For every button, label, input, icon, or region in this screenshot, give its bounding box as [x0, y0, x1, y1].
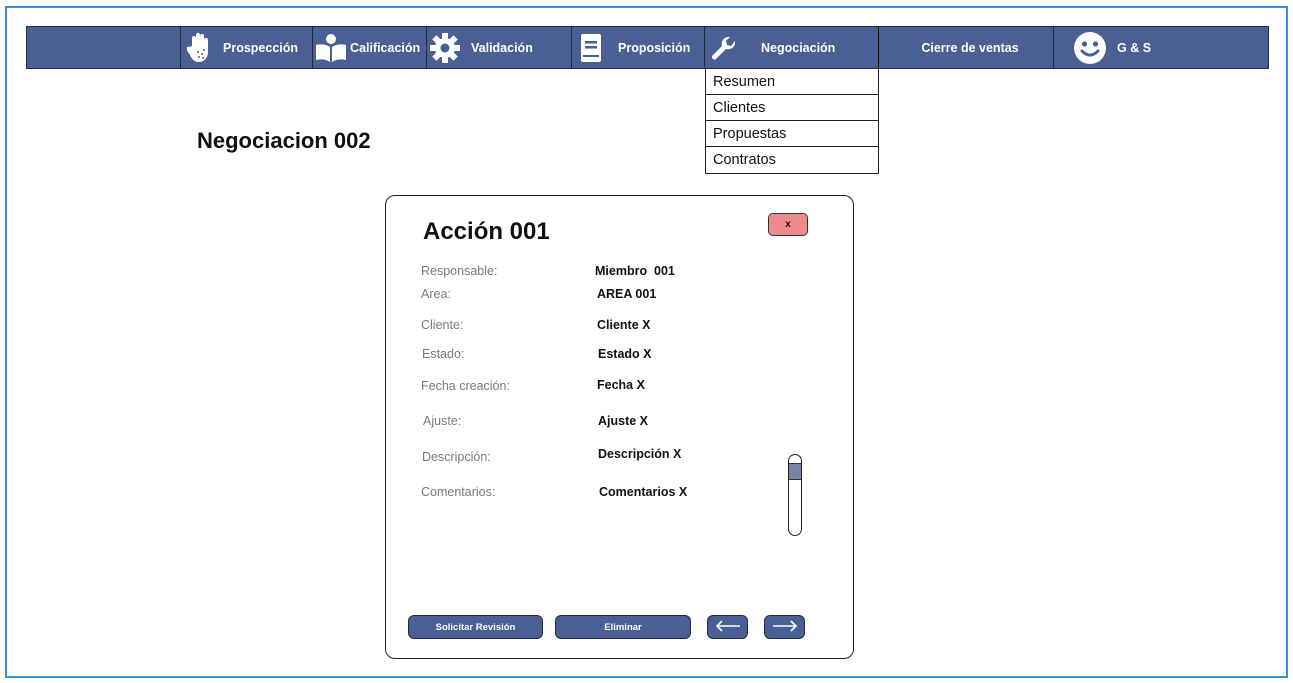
top-navbar: Prospección Calificación Validación Prop…: [26, 26, 1269, 69]
field-label-cliente: Cliente:: [421, 318, 464, 332]
nav-item-proposicion[interactable]: Proposición: [572, 27, 705, 68]
scrollbar-thumb[interactable]: [789, 463, 801, 480]
field-label-fecha-creacion: Fecha creación:: [421, 379, 510, 393]
arrow-left-icon: [715, 619, 741, 635]
field-label-area: Area:: [421, 287, 451, 301]
field-value-estado: Estado X: [598, 347, 652, 361]
field-value-comentarios: Comentarios X: [599, 485, 688, 499]
field-value-fecha-creacion: Fecha X: [597, 378, 645, 392]
nav-item-negociacion[interactable]: Negociación: [705, 27, 879, 68]
field-label-ajuste: Ajuste:: [423, 414, 462, 428]
action-detail-modal: Acción 001 x Responsable: Miembro 001 Ar…: [385, 195, 854, 659]
field-value-ajuste: Ajuste X: [598, 414, 649, 428]
field-value-cliente: Cliente X: [597, 318, 651, 332]
field-label-estado: Estado:: [422, 347, 465, 361]
dropdown-item-resumen[interactable]: Resumen: [706, 69, 878, 95]
request-review-button[interactable]: Solicitar Revisión: [408, 615, 543, 639]
reader-icon: [314, 33, 348, 63]
delete-button[interactable]: Eliminar: [555, 615, 691, 639]
dropdown-item-contratos[interactable]: Contratos: [706, 147, 878, 173]
nav-item-label: G & S: [1117, 40, 1152, 55]
nav-item-label: Proposición: [618, 40, 691, 55]
nav-item-prospeccion[interactable]: Prospección: [180, 27, 313, 68]
previous-button[interactable]: [707, 615, 748, 639]
nav-item-label: Negociación: [761, 40, 836, 55]
modal-scrollbar[interactable]: [788, 454, 802, 536]
nav-item-calificacion[interactable]: Calificación: [313, 27, 427, 68]
dropdown-item-propuestas[interactable]: Propuestas: [706, 121, 878, 147]
field-value-responsable: Miembro 001: [595, 264, 675, 278]
nav-item-label: Prospección: [223, 40, 299, 55]
close-button[interactable]: x: [768, 213, 808, 236]
field-label-comentarios: Comentarios:: [421, 485, 496, 499]
nav-item-validacion[interactable]: Validación: [427, 27, 572, 68]
nav-item-label: Cierre de ventas: [921, 40, 1019, 55]
nav-item-cierre-de-ventas[interactable]: Cierre de ventas: [879, 27, 1054, 68]
page-title: Negociacion 002: [197, 128, 371, 153]
gear-icon: [429, 32, 461, 64]
next-button[interactable]: [764, 615, 805, 639]
wrench-icon: [711, 35, 737, 61]
hand-icon: [187, 32, 215, 64]
field-label-responsable: Responsable:: [421, 264, 498, 278]
field-label-descripcion: Descripción:: [422, 450, 491, 464]
dropdown-item-clientes[interactable]: Clientes: [706, 95, 878, 121]
nav-item-user-profile[interactable]: G & S: [1054, 27, 1268, 68]
negociacion-dropdown-menu: Resumen Clientes Propuestas Contratos: [705, 69, 879, 174]
arrow-right-icon: [772, 619, 798, 635]
nav-item-label: Calificación: [350, 40, 421, 55]
nav-item-label: Validación: [471, 40, 533, 55]
modal-title: Acción 001: [423, 218, 550, 245]
smiley-icon: [1073, 31, 1107, 65]
field-value-area: AREA 001: [597, 287, 657, 301]
field-value-descripcion: Descripción X: [598, 447, 682, 461]
book-icon: [580, 33, 602, 63]
